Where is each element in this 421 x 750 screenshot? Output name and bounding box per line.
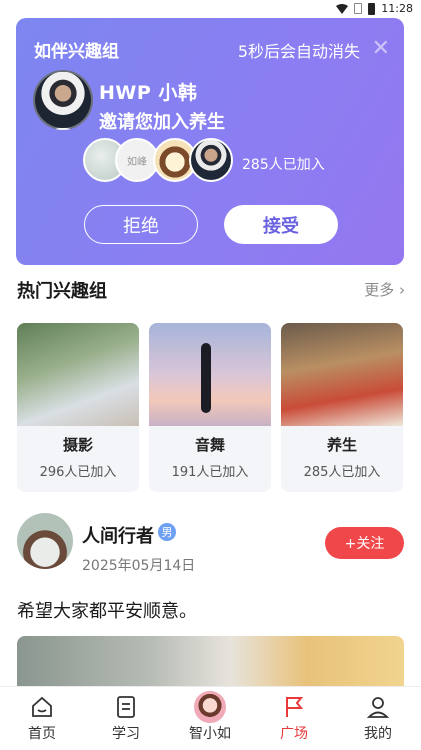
joined-count: 285人已加入: [242, 157, 325, 173]
member-avatar-label: 如峰: [127, 156, 147, 168]
sim-icon: [354, 3, 363, 14]
invite-card-title: 如伴兴趣组: [34, 42, 119, 62]
flag-icon: [286, 697, 304, 717]
status-bar: 11:28: [0, 0, 421, 18]
tab-study[interactable]: 学习: [84, 687, 168, 750]
dancer-figure: [201, 343, 211, 413]
tab-home[interactable]: 首页: [0, 687, 84, 750]
post-text: 希望大家都平安顺意。: [17, 601, 197, 622]
battery-icon: [368, 2, 376, 15]
tab-label: 首页: [28, 726, 56, 742]
tab-assistant[interactable]: 智小如: [168, 687, 252, 750]
group-image: [281, 323, 403, 426]
group-count: 191人已加入: [171, 465, 249, 480]
author-name[interactable]: 人间行者: [82, 522, 154, 548]
tab-label: 学习: [112, 726, 140, 742]
status-icons: 11:28: [336, 2, 413, 15]
group-card-photography[interactable]: 摄影 296人已加入: [17, 323, 139, 492]
author-avatar[interactable]: [17, 513, 73, 569]
bottom-tabbar: 首页 学习 智小如 广场 我的: [0, 686, 421, 750]
reject-button[interactable]: 拒绝: [84, 205, 198, 244]
follow-button[interactable]: +关注: [325, 527, 404, 559]
accept-button[interactable]: 接受: [224, 205, 338, 244]
countdown-text: 5秒后会自动消失: [237, 42, 360, 61]
group-count: 285人已加入: [303, 465, 381, 480]
gender-badge: 男: [158, 523, 176, 541]
close-icon[interactable]: ✕: [372, 36, 390, 61]
home-icon: [32, 696, 52, 717]
group-name: 摄影: [62, 436, 93, 454]
post-date: 2025年05月14日: [82, 558, 196, 574]
tab-label: 智小如: [189, 726, 231, 742]
section-title: 热门兴趣组: [17, 281, 107, 302]
book-icon: [117, 696, 135, 718]
group-image: [17, 323, 139, 426]
more-label: 更多: [364, 281, 395, 299]
tab-square[interactable]: 广场: [252, 687, 336, 750]
post-image[interactable]: [17, 636, 404, 686]
group-card-dance[interactable]: 音舞 191人已加入: [149, 323, 271, 492]
user-icon: [366, 697, 390, 718]
status-time: 11:28: [381, 2, 413, 15]
tab-label: 广场: [280, 726, 308, 742]
assistant-avatar: [192, 689, 228, 725]
invite-card: 如伴兴趣组 5秒后会自动消失 ✕ HWP 小韩 邀请您加入养生 如峰 285人已…: [16, 18, 404, 265]
more-link[interactable]: 更多 ›: [364, 279, 405, 300]
group-name: 养生: [326, 436, 357, 454]
member-avatars: 如峰: [83, 138, 243, 182]
invite-message: 邀请您加入养生: [99, 112, 225, 133]
inviter-name: HWP 小韩: [99, 82, 198, 104]
tab-mine[interactable]: 我的: [336, 687, 420, 750]
group-count: 296人已加入: [39, 465, 117, 480]
member-avatar: [189, 138, 233, 182]
wifi-icon: [336, 3, 349, 14]
inviter-avatar: [33, 70, 93, 130]
group-image: [149, 323, 271, 426]
tab-label: 我的: [364, 726, 392, 742]
chevron-right-icon: ›: [399, 281, 405, 299]
group-name: 音舞: [194, 436, 225, 454]
group-card-health[interactable]: 养生 285人已加入: [281, 323, 403, 492]
